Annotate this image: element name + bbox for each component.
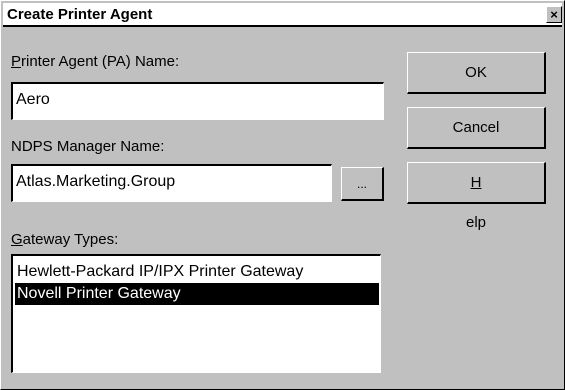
ok-button[interactable]: OK	[407, 52, 546, 94]
create-printer-agent-dialog: Create Printer Agent × Printer Agent (PA…	[0, 0, 565, 390]
close-icon: ×	[550, 7, 558, 22]
pa-name-input[interactable]: Aero	[11, 82, 384, 120]
pa-name-label: Printer Agent (PA) Name:	[11, 53, 180, 70]
cancel-button[interactable]: Cancel	[407, 107, 546, 149]
browse-ellipsis: ...	[356, 177, 367, 191]
dialog-title: Create Printer Agent	[7, 6, 153, 23]
gateway-types-list[interactable]: Hewlett-Packard IP/IPX Printer Gateway N…	[11, 254, 381, 373]
help-button[interactable]: Help	[407, 162, 546, 231]
gateway-item-hp[interactable]: Hewlett-Packard IP/IPX Printer Gateway	[15, 261, 379, 283]
gateway-item-novell[interactable]: Novell Printer Gateway	[15, 283, 379, 305]
close-button[interactable]: ×	[546, 6, 562, 23]
gateway-types-label: Gateway Types:	[11, 231, 119, 248]
manager-name-label: NDPS Manager Name:	[11, 138, 165, 155]
manager-name-input[interactable]: Atlas.Marketing.Group	[11, 164, 332, 202]
title-separator	[3, 25, 562, 27]
browse-button[interactable]: ...	[341, 167, 384, 201]
title-bar[interactable]: Create Printer Agent ×	[3, 3, 562, 25]
